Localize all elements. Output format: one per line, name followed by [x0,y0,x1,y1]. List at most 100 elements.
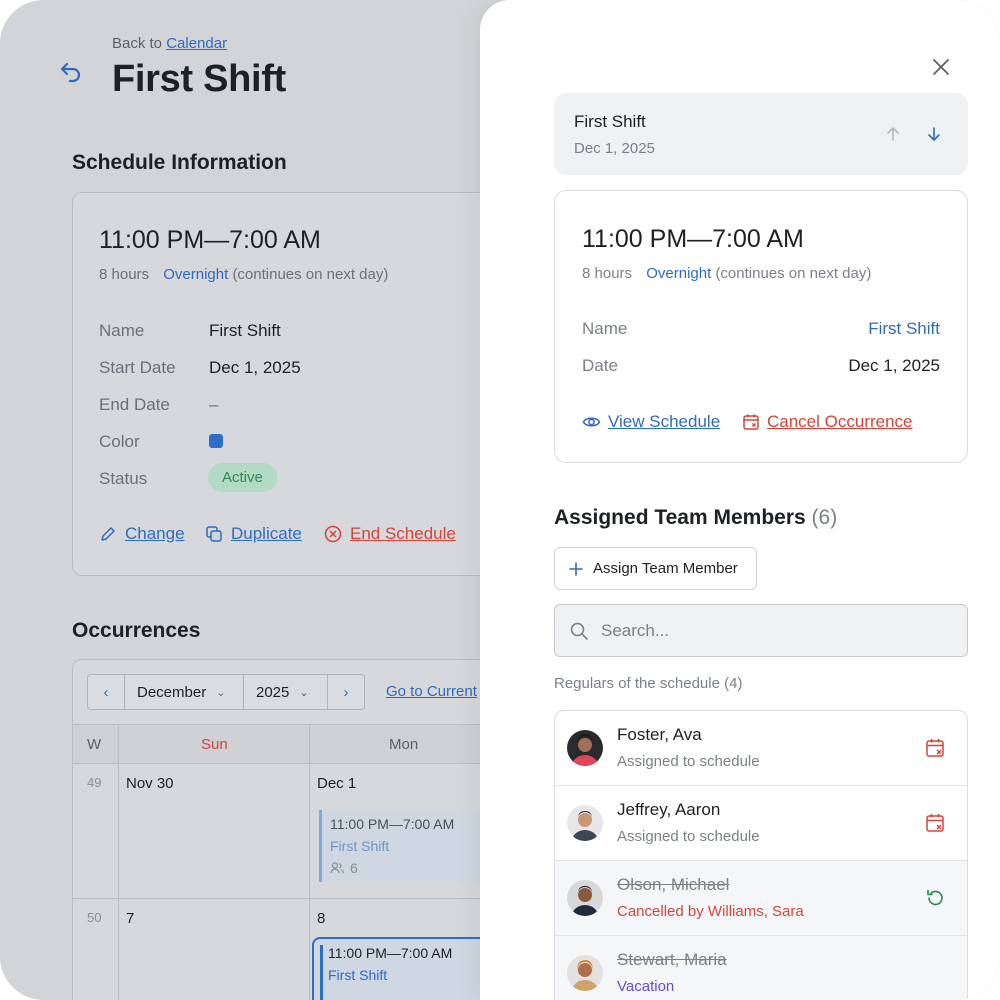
chevron-down-icon: ⌄ [299,686,309,699]
regulars-label: Regulars of the schedule (4) [554,675,743,692]
member-status: Assigned to schedule [617,828,760,845]
list-item[interactable]: Jeffrey, Aaron Assigned to schedule [555,786,967,861]
prev-month-button[interactable]: ‹ [87,674,125,710]
change-button[interactable]: Change [99,524,185,544]
breadcrumb-prefix: Back to [112,35,163,52]
page-title: First Shift [112,58,287,100]
overnight-note: (continues on next day) [715,265,872,282]
calendar-cancel-icon [743,414,759,430]
change-label: Change [125,524,185,543]
breadcrumb: Back to Calendar [112,35,227,52]
chevron-right-icon: › [343,683,349,701]
cancel-occurrence-label: Cancel Occurrence [767,412,913,431]
grid-line [118,724,119,1000]
app-frame: Back to Calendar First Shift Schedule In… [0,0,1000,1000]
go-to-current-link[interactable]: Go to Current [386,683,477,700]
duplicate-button[interactable]: Duplicate [205,524,302,544]
calendar-header-row: W Sun Mon [73,724,511,764]
overnight-note: (continues on next day) [232,266,389,283]
breadcrumb-calendar-link[interactable]: Calendar [166,35,227,52]
members-list: Foster, Ava Assigned to schedule Jeffrey… [554,710,968,1000]
search-icon [570,622,588,640]
schedule-duration: 8 hours [99,266,150,283]
date-value: Dec 1, 2025 [848,356,940,375]
occurrence-date: Dec 1, 2025 [574,140,655,157]
week-number: 49 [87,775,102,790]
month-select[interactable]: December ⌄ [124,674,244,710]
assigned-members-heading: Assigned Team Members (6) [554,506,837,530]
member-search [554,604,968,657]
arrow-down-icon[interactable] [924,124,944,144]
member-name: Jeffrey, Aaron [617,800,721,819]
day-cell-label: Nov 30 [126,775,174,792]
sunday-column-header: Sun [201,736,228,753]
avatar [567,955,603,991]
assign-team-member-button[interactable]: Assign Team Member [554,547,757,590]
eye-icon [582,417,601,427]
calendar-cancel-icon[interactable] [924,812,946,834]
next-month-button[interactable]: › [327,674,365,710]
users-icon [330,862,344,874]
day-cell-label: Dec 1 [317,775,357,792]
field-value-start-date: Dec 1, 2025 [209,358,301,377]
chevron-down-icon: ⌄ [216,686,226,699]
view-schedule-button[interactable]: View Schedule [582,412,720,432]
occurrence-duration: 8 hours [582,265,633,282]
occurrence-duration-line: 8 hours Overnight (continues on next day… [582,265,871,282]
schedule-time-range: 11:00 PM—7:00 AM [99,226,321,254]
day-cell-label: 7 [126,910,135,927]
schedule-name-link[interactable]: First Shift [868,319,940,339]
close-icon[interactable] [930,56,952,78]
end-schedule-button[interactable]: End Schedule [324,524,456,544]
month-select-value: December [137,683,207,701]
undo-back-icon[interactable] [58,58,86,86]
week-column-header: W [87,736,102,753]
avatar [567,880,603,916]
day-cell-label: 8 [317,910,326,927]
schedule-duration-line: 8 hours Overnight (continues on next day… [99,266,388,283]
color-swatch [209,434,223,448]
close-circle-icon [324,525,342,543]
overnight-label: Overnight [163,266,229,283]
list-item[interactable]: Foster, Ava Assigned to schedule [555,711,967,786]
avatar [567,805,603,841]
assigned-members-count: (6) [811,506,838,529]
assign-team-member-label: Assign Team Member [593,560,738,577]
pencil-icon [101,527,115,541]
member-status: Cancelled by Williams, Sara [617,903,804,920]
list-item[interactable]: Stewart, Maria Vacation [555,936,967,1000]
plus-icon [569,561,583,576]
end-schedule-label: End Schedule [350,524,456,543]
year-select[interactable]: 2025 ⌄ [243,674,328,710]
occurrences-heading: Occurrences [72,619,201,642]
year-select-value: 2025 [256,683,290,701]
event-count-value: 6 [350,860,358,876]
field-label-end-date: End Date [99,395,170,414]
field-value-end-date: – [209,395,219,414]
status-badge: Active [208,463,277,492]
member-search-input[interactable] [601,620,941,641]
monday-column-header: Mon [389,736,419,753]
cancel-occurrence-button[interactable]: Cancel Occurrence [742,412,913,432]
field-label-name: Name [99,321,145,340]
grid-line [309,724,310,1000]
list-item[interactable]: Olson, Michael Cancelled by Williams, Sa… [555,861,967,936]
calendar-cancel-icon[interactable] [924,737,946,759]
occurrence-detail-card: 11:00 PM—7:00 AM 8 hours Overnight (cont… [554,190,968,463]
field-label-color: Color [99,432,140,451]
arrow-up-icon[interactable] [883,124,903,144]
avatar [567,730,603,766]
occurrence-side-panel: First Shift Dec 1, 2025 11:00 PM—7:00 AM… [480,0,1000,1000]
occurrence-time-range: 11:00 PM—7:00 AM [582,225,804,253]
assigned-members-title: Assigned Team Members [554,506,806,529]
member-name: Olson, Michael [617,875,730,894]
duplicate-label: Duplicate [231,524,302,543]
occurrence-title: First Shift [574,112,646,131]
field-label-status: Status [99,469,148,488]
grid-line [73,898,511,899]
chevron-left-icon: ‹ [103,683,109,701]
member-status: Vacation [617,978,675,995]
occurrences-calendar: ‹ December ⌄ 2025 ⌄ › Go to Current W Su… [72,659,512,1000]
restore-icon[interactable] [924,887,946,909]
week-number: 50 [87,910,102,925]
